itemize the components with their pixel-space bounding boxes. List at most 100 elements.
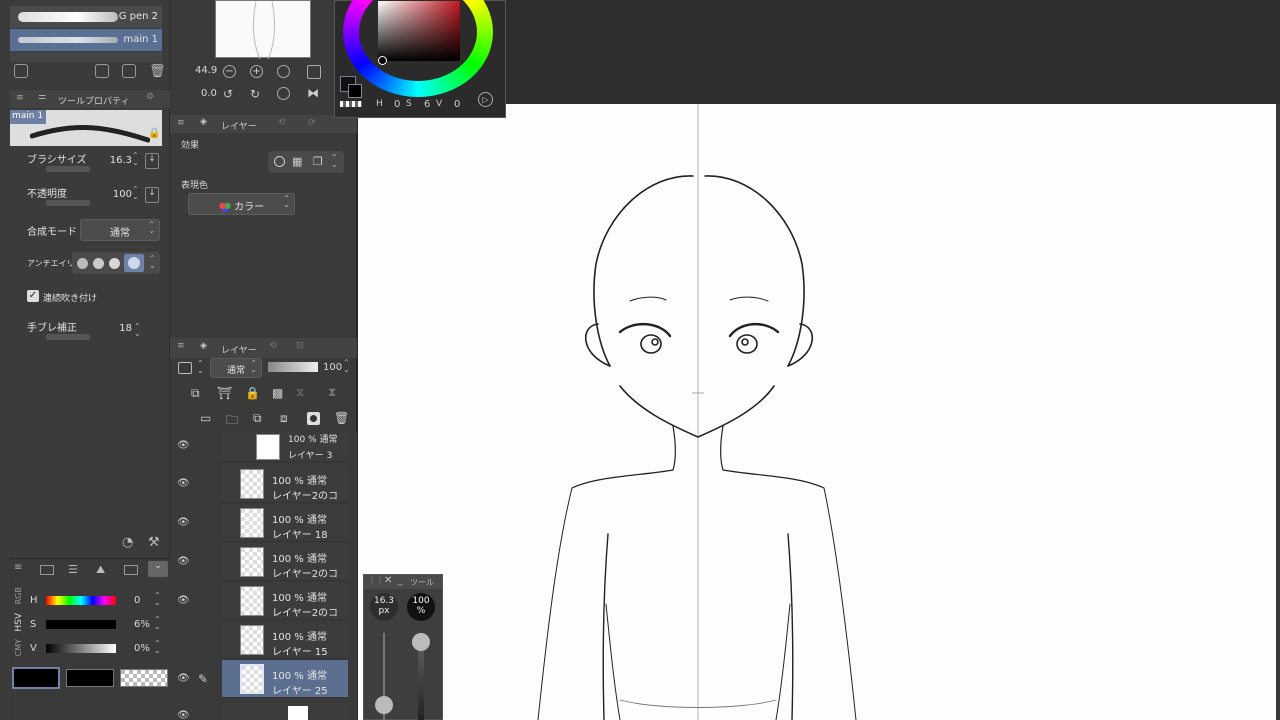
- mask-toggle-icon[interactable]: ⧖: [296, 385, 318, 401]
- layer-row[interactable]: 100 % 通常 レイヤー 15: [222, 621, 348, 659]
- layer-row[interactable]: 100 % 通常 レイヤー 18: [222, 504, 348, 542]
- wrench-icon[interactable]: ⚙: [146, 92, 154, 102]
- layer-row-partial[interactable]: [222, 702, 348, 720]
- copy-brush-icon[interactable]: [122, 64, 136, 81]
- layer-row[interactable]: 100 % 通常 レイヤー 3: [222, 432, 348, 462]
- layer-opacity-value[interactable]: 100: [323, 362, 342, 373]
- rotate-left-icon[interactable]: ↺: [223, 87, 233, 101]
- brush-size-stepper[interactable]: ⌃ ⌄: [132, 152, 139, 167]
- sub-color-swatch[interactable]: [348, 84, 362, 98]
- lock-icon[interactable]: 🔒: [245, 386, 260, 400]
- expression-color-dropdown[interactable]: カラー ⌃ ⌄: [188, 193, 295, 215]
- drawing-canvas[interactable]: [358, 104, 1276, 720]
- antialias-none-option[interactable]: [77, 258, 88, 269]
- rgb-mode-tab[interactable]: RGB: [14, 587, 23, 604]
- brush-size-slider[interactable]: [46, 166, 90, 172]
- hue-value[interactable]: 0: [134, 595, 140, 606]
- merge-down-icon[interactable]: ⧈: [280, 411, 288, 426]
- stabilization-value[interactable]: 18: [110, 323, 132, 334]
- hue-value[interactable]: 0: [394, 99, 400, 110]
- fit-screen-icon[interactable]: [277, 65, 290, 78]
- trash-icon[interactable]: 🗑: [334, 411, 349, 425]
- eye-icon[interactable]: 👁: [177, 595, 191, 606]
- actual-size-icon[interactable]: [307, 65, 321, 79]
- main-color-swatch[interactable]: [12, 667, 60, 689]
- cmy-mode-tab[interactable]: CMY: [14, 639, 23, 656]
- transparent-color-swatch[interactable]: [120, 669, 168, 687]
- chevron-updown-icon[interactable]: ⌃ ⌄: [149, 255, 156, 270]
- layer-blend-dropdown[interactable]: 通常 ⌃ ⌄: [210, 358, 262, 378]
- value-value[interactable]: 0%: [134, 643, 150, 654]
- tone-effect-icon[interactable]: ▦: [292, 155, 302, 168]
- rotate-right-icon[interactable]: ↻: [250, 87, 260, 101]
- grip-icon[interactable]: ⋮⋮: [368, 576, 384, 585]
- reference-layer-icon[interactable]: ⛩: [217, 386, 232, 400]
- antialias-strong-option[interactable]: [124, 254, 144, 272]
- new-folder-icon[interactable]: 🗀: [226, 411, 238, 432]
- approx-color-tab-icon[interactable]: [124, 565, 138, 575]
- menu-grip-icon[interactable]: ≡: [177, 341, 185, 351]
- layer-row-selected[interactable]: 100 % 通常 レイヤー 25: [222, 660, 348, 698]
- menu-grip-icon[interactable]: ≡: [16, 93, 24, 103]
- eye-icon[interactable]: 👁: [177, 710, 191, 720]
- opacity-slider[interactable]: [46, 200, 90, 206]
- value-slider[interactable]: [46, 644, 116, 653]
- menu-grip-icon[interactable]: ≡: [177, 118, 185, 128]
- brush-item-main-1[interactable]: main 1: [10, 29, 162, 51]
- layer-mask-create-icon[interactable]: [307, 412, 320, 425]
- trash-icon[interactable]: 🗑: [149, 64, 166, 79]
- transparent-swatch[interactable]: [340, 101, 362, 107]
- value-stepper[interactable]: ⌃ ⌄: [154, 640, 161, 655]
- stabilization-stepper[interactable]: ⌃ ⌄: [134, 323, 141, 338]
- layer-row[interactable]: 100 % 通常 レイヤー2のコ: [222, 465, 348, 503]
- sub-color-swatch[interactable]: [66, 669, 114, 687]
- layer-mask-icon[interactable]: [178, 362, 192, 374]
- new-raster-layer-icon[interactable]: ▭: [200, 411, 211, 425]
- history-tab-icon[interactable]: ⟲: [278, 118, 286, 128]
- hue-slider[interactable]: [46, 596, 116, 605]
- color-set-tab-icon[interactable]: [40, 565, 54, 575]
- saturation-value-square[interactable]: [378, 1, 460, 61]
- eye-icon[interactable]: 👁: [177, 478, 191, 489]
- auto-action-tab-icon[interactable]: ⟳: [308, 118, 316, 128]
- opacity-stepper[interactable]: ⌃ ⌄: [132, 186, 139, 201]
- eye-icon[interactable]: 👁: [177, 517, 191, 528]
- brush-size-value[interactable]: 16.3: [106, 155, 132, 166]
- color-history-tab-icon[interactable]: ⛰: [96, 563, 105, 577]
- import-brush-icon[interactable]: [95, 64, 109, 81]
- history-tab-icon[interactable]: ⟲: [269, 341, 277, 351]
- color-slider-tab-icon[interactable]: ☰: [68, 563, 78, 576]
- antialias-medium-option[interactable]: [109, 258, 120, 269]
- layer-row[interactable]: 100 % 通常 レイヤー2のコ: [222, 543, 348, 581]
- zoom-in-icon[interactable]: +: [250, 65, 263, 78]
- layer-row[interactable]: 100 % 通常 レイヤー2のコ: [222, 582, 348, 620]
- layer-opacity-slider[interactable]: [268, 362, 318, 372]
- lock-transparency-icon[interactable]: ▩: [272, 386, 283, 400]
- layer-property-tab[interactable]: レイヤー: [221, 119, 257, 132]
- chevron-updown-icon[interactable]: ⌃ ⌄: [331, 154, 338, 169]
- menu-grip-icon[interactable]: ≡: [14, 562, 22, 573]
- eye-icon[interactable]: 👁: [177, 673, 191, 684]
- ruler-toggle-icon[interactable]: ⧗: [328, 385, 350, 401]
- eye-icon[interactable]: 👁: [177, 556, 191, 567]
- value-value[interactable]: 0: [454, 99, 460, 110]
- opacity-slider-thumb[interactable]: [412, 633, 430, 651]
- brush-item-g-pen-2[interactable]: G pen 2: [10, 6, 162, 28]
- clip-lower-layer-icon[interactable]: ⧉: [191, 386, 200, 401]
- layer-panel-tab[interactable]: レイヤー: [221, 343, 257, 356]
- rotation-value[interactable]: 0.0: [201, 88, 217, 99]
- saturation-value[interactable]: 6%: [134, 619, 150, 630]
- hsv-mode-tab[interactable]: HSV: [14, 613, 24, 632]
- auto-action-tab-icon[interactable]: ⊟: [296, 341, 304, 351]
- opacity-pressure-icon[interactable]: ↓: [145, 187, 159, 203]
- layer-color-icon[interactable]: ❐: [313, 155, 323, 168]
- reset-icon[interactable]: ◔: [122, 535, 133, 550]
- play-icon[interactable]: ▷: [478, 92, 493, 107]
- brush-size-pressure-icon[interactable]: ↓: [145, 153, 159, 169]
- navigator-preview[interactable]: [215, 0, 311, 60]
- saturation-stepper[interactable]: ⌃ ⌄: [154, 616, 161, 631]
- border-effect-icon[interactable]: [274, 156, 285, 167]
- blend-mode-dropdown[interactable]: 通常 ⌃ ⌄: [80, 219, 160, 241]
- zoom-out-icon[interactable]: −: [223, 65, 236, 78]
- transfer-down-icon[interactable]: ⧉: [253, 411, 262, 426]
